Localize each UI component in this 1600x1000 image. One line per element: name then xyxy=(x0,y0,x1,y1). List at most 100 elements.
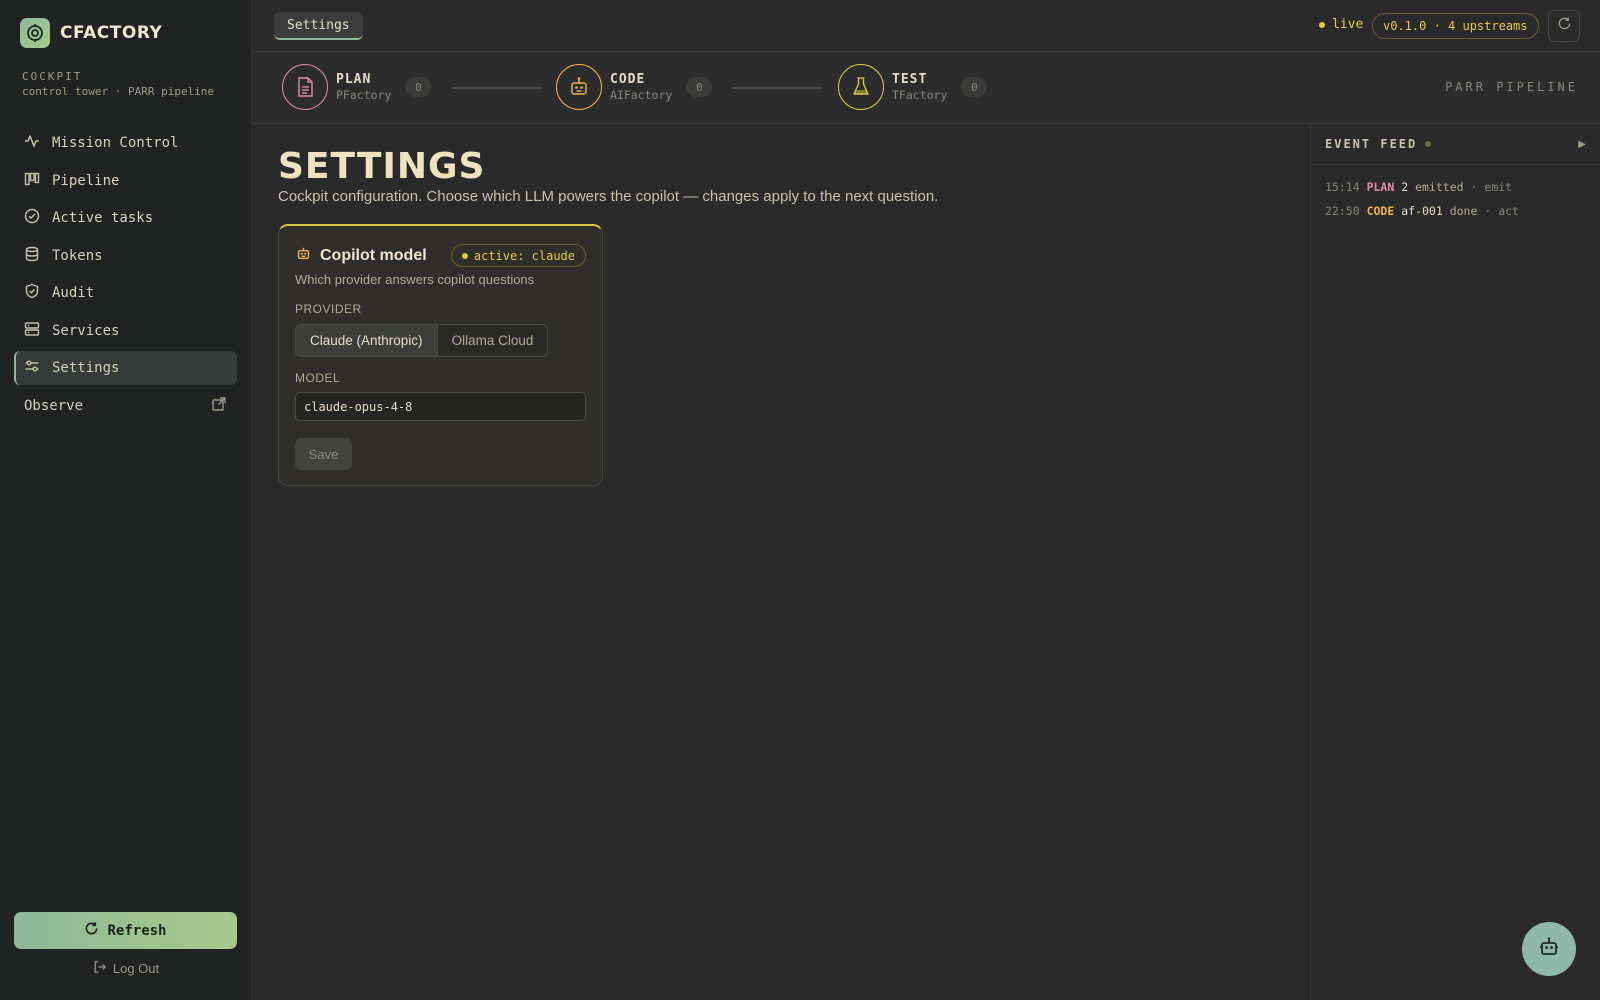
feed-title: EVENT FEED xyxy=(1325,137,1432,151)
event-message: done xyxy=(1449,204,1478,218)
feed-event[interactable]: 22:50 CODE af-001 done · act xyxy=(1325,199,1586,223)
page-description: Cockpit configuration. Choose which LLM … xyxy=(278,188,939,205)
sliders-icon xyxy=(24,358,40,378)
stage-connector xyxy=(452,87,542,89)
sidebar-item-active-tasks[interactable]: Active tasks xyxy=(14,201,237,235)
copilot-fab-button[interactable] xyxy=(1522,922,1576,976)
cockpit-label: COCKPIT xyxy=(22,70,83,83)
event-separator: · xyxy=(1470,180,1478,194)
logout-link[interactable]: Log Out xyxy=(0,960,252,977)
sidebar-item-tokens[interactable]: Tokens xyxy=(14,239,237,273)
event-ref: af-001 xyxy=(1401,204,1443,218)
page-title: SETTINGS xyxy=(278,146,486,187)
sidebar-item-label: Active tasks xyxy=(52,210,154,226)
sidebar-item-settings[interactable]: Settings xyxy=(14,351,237,385)
event-time: 15:14 xyxy=(1325,180,1360,194)
event-stage: CODE xyxy=(1366,204,1395,218)
shield-check-icon xyxy=(24,283,40,303)
live-dot-icon xyxy=(1319,21,1325,28)
provider-selector: Claude (Anthropic) Ollama Cloud xyxy=(295,324,549,357)
reload-icon xyxy=(1557,16,1572,36)
stage-factory: TFactory xyxy=(892,88,948,102)
sidebar-nav: Mission Control Pipeline Active tasks To… xyxy=(14,126,237,426)
external-link-icon xyxy=(211,396,227,416)
sidebar: CFACTORY COCKPIT control tower · PARR pi… xyxy=(0,0,252,1000)
event-time: 22:50 xyxy=(1325,204,1360,218)
brand-logo-icon xyxy=(20,18,50,48)
logout-icon xyxy=(93,960,107,977)
refresh-button[interactable]: Refresh xyxy=(14,912,237,949)
sidebar-item-label: Tokens xyxy=(52,247,103,264)
top-bar: Settings live v0.1.0 · 4 upstreams xyxy=(252,0,1600,52)
stage-code[interactable]: CODE AIFactory 0 xyxy=(556,64,713,110)
model-input[interactable] xyxy=(295,392,586,421)
pipeline-label: PARR PIPELINE xyxy=(1445,80,1578,94)
sidebar-item-observe[interactable]: Observe xyxy=(14,389,237,423)
feed-status-dot-icon xyxy=(1425,141,1432,147)
card-title-text: Copilot model xyxy=(320,246,427,264)
stage-count: 0 xyxy=(405,77,432,97)
cockpit-subtitle: control tower · PARR pipeline xyxy=(22,85,215,98)
document-icon xyxy=(282,64,328,110)
event-separator: · xyxy=(1484,204,1492,218)
event-ref: 2 xyxy=(1401,180,1409,194)
event-stage: PLAN xyxy=(1366,180,1395,194)
sidebar-item-label: Audit xyxy=(52,285,95,301)
stage-factory: AIFactory xyxy=(610,88,673,102)
main-content: SETTINGS Cockpit configuration. Choose w… xyxy=(252,124,1310,1000)
status-dot-icon xyxy=(461,252,468,259)
sidebar-item-label: Pipeline xyxy=(52,172,120,189)
kanban-icon xyxy=(24,171,40,191)
stage-test[interactable]: TEST TFactory 0 xyxy=(838,64,988,110)
check-circle-icon xyxy=(24,208,40,228)
flask-icon xyxy=(838,64,884,110)
sidebar-item-mission-control[interactable]: Mission Control xyxy=(14,126,237,160)
cockpit-info: COCKPIT control tower · PARR pipeline xyxy=(22,70,232,99)
stage-name: PLAN xyxy=(336,72,372,87)
sidebar-item-label: Services xyxy=(52,322,120,339)
active-model-badge: active: claude xyxy=(450,244,586,267)
refresh-label: Refresh xyxy=(107,922,167,939)
robot-icon xyxy=(295,245,312,267)
robot-icon xyxy=(1537,935,1561,964)
sidebar-item-pipeline[interactable]: Pipeline xyxy=(14,164,237,198)
sidebar-item-audit[interactable]: Audit xyxy=(14,276,237,310)
event-feed: EVENT FEED ▶ 15:14 PLAN 2 emitted · emit… xyxy=(1310,124,1600,1000)
refresh-icon xyxy=(84,921,99,940)
copilot-model-card: Copilot model active: claude Which provi… xyxy=(278,224,603,486)
brand[interactable]: CFACTORY xyxy=(20,18,162,48)
activity-icon xyxy=(24,133,40,153)
sidebar-item-label: Mission Control xyxy=(52,135,179,151)
database-icon xyxy=(24,246,40,266)
provider-option-ollama[interactable]: Ollama Cloud xyxy=(437,325,548,356)
stage-name: TEST xyxy=(892,72,928,87)
live-label: live xyxy=(1332,17,1364,32)
event-kind: emit xyxy=(1484,180,1513,194)
stage-connector xyxy=(732,87,822,89)
stage-count: 0 xyxy=(686,77,713,97)
server-icon xyxy=(24,321,40,341)
version-badge: v0.1.0 · 4 upstreams xyxy=(1372,13,1539,39)
logout-label: Log Out xyxy=(112,961,160,976)
card-subtitle: Which provider answers copilot questions xyxy=(295,272,535,287)
robot-icon xyxy=(556,64,602,110)
live-indicator: live xyxy=(1319,17,1363,32)
event-message: emitted xyxy=(1415,180,1464,194)
reload-button[interactable] xyxy=(1548,10,1580,42)
breadcrumb[interactable]: Settings xyxy=(274,12,363,40)
card-title: Copilot model xyxy=(295,245,427,267)
sidebar-item-services[interactable]: Services xyxy=(14,314,237,348)
save-button[interactable]: Save xyxy=(295,438,352,470)
sidebar-item-label: Observe xyxy=(24,397,84,414)
stage-count: 0 xyxy=(961,77,988,97)
feed-title-text: EVENT FEED xyxy=(1325,137,1418,151)
feed-toggle-icon[interactable]: ▶ xyxy=(1578,139,1586,150)
event-kind: act xyxy=(1498,204,1519,218)
badge-text: active: claude xyxy=(473,248,575,263)
stage-factory: PFactory xyxy=(336,88,392,102)
stage-plan[interactable]: PLAN PFactory 0 xyxy=(282,64,432,110)
feed-list: 15:14 PLAN 2 emitted · emit 22:50 CODE a… xyxy=(1311,165,1600,233)
pipeline-strip: PLAN PFactory 0 CODE AIFactory 0 TEST TF… xyxy=(252,52,1600,124)
provider-option-claude[interactable]: Claude (Anthropic) xyxy=(296,325,438,356)
feed-event[interactable]: 15:14 PLAN 2 emitted · emit xyxy=(1325,175,1586,199)
